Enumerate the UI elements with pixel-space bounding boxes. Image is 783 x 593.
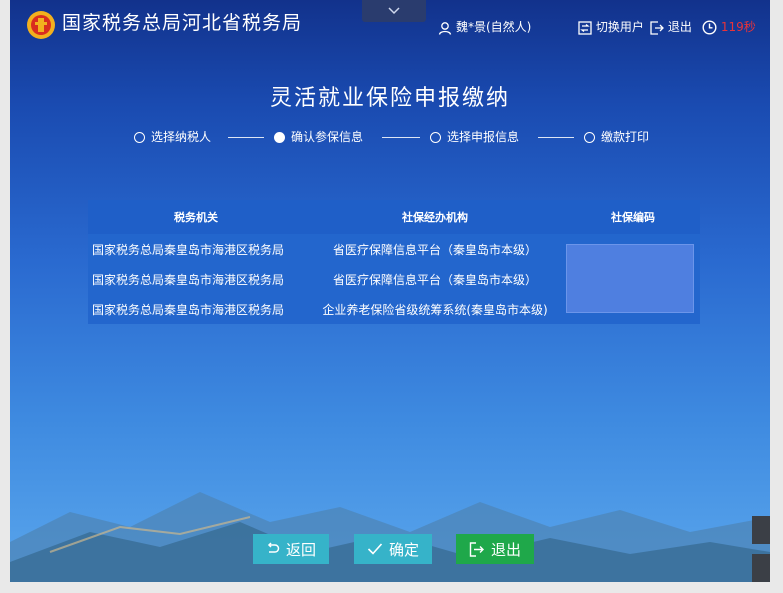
switch-icon — [578, 20, 592, 35]
logout-label: 退出 — [667, 20, 692, 34]
step-connector — [228, 137, 264, 138]
collapse-tab[interactable] — [362, 0, 426, 22]
org-title: 国家税务总局河北省税务局 — [62, 12, 303, 34]
cell-tax-authority: 国家税务总局秦皇岛市海港区税务局 — [92, 242, 285, 257]
cell-agency: 省医疗保障信息平台（秦皇岛市本级） — [332, 242, 537, 257]
table-header: 税务机关 社保经办机构 社保编码 — [88, 200, 700, 234]
logout-icon — [650, 20, 664, 35]
great-wall-background — [10, 492, 770, 582]
step-payment-print: 缴款打印 — [584, 128, 649, 145]
exit-label: 退出 — [490, 540, 521, 559]
redaction-mask — [566, 244, 694, 313]
cell-agency: 省医疗保障信息平台（秦皇岛市本级） — [332, 272, 537, 287]
top-bar: 国家税务总局河北省税务局 魏*景(自然人) 切换用户 退出 119秒 — [10, 0, 770, 44]
step-select-declaration: 选择申报信息 — [430, 128, 519, 145]
side-tool-button[interactable] — [752, 516, 770, 544]
session-timer: 119秒 — [702, 18, 756, 35]
user-icon — [438, 21, 452, 35]
switch-user-label: 切换用户 — [595, 20, 644, 34]
step-check-icon — [274, 132, 285, 143]
step-label: 选择纳税人 — [151, 130, 212, 144]
header-social-security-code: 社保编码 — [611, 211, 655, 224]
exit-button[interactable]: 退出 — [456, 534, 534, 564]
timer-value: 119秒 — [720, 20, 756, 34]
clock-icon — [702, 20, 717, 35]
step-circle-icon — [134, 132, 145, 143]
confirm-label: 确定 — [388, 540, 419, 559]
confirm-button[interactable]: 确定 — [354, 534, 432, 564]
step-label: 确认参保信息 — [291, 130, 364, 144]
back-label: 返回 — [285, 540, 316, 559]
step-circle-icon — [584, 132, 595, 143]
back-button[interactable]: 返回 — [253, 534, 329, 564]
side-tool-button[interactable] — [752, 554, 770, 582]
step-select-taxpayer: 选择纳税人 — [134, 128, 211, 145]
app-frame: 国家税务总局河北省税务局 魏*景(自然人) 切换用户 退出 119秒 灵活就业保… — [10, 0, 770, 582]
header-tax-authority: 税务机关 — [174, 211, 218, 224]
step-label: 缴款打印 — [601, 130, 650, 144]
exit-icon — [469, 541, 484, 557]
insurance-info-table: 税务机关 社保经办机构 社保编码 国家税务总局秦皇岛市海港区税务局 省医疗保障信… — [88, 200, 700, 324]
step-confirm-insurance: 确认参保信息 — [274, 128, 363, 145]
step-connector — [382, 137, 420, 138]
cell-tax-authority: 国家税务总局秦皇岛市海港区税务局 — [92, 272, 285, 287]
switch-user-button[interactable]: 切换用户 — [578, 18, 644, 35]
header-social-security-agency: 社保经办机构 — [402, 211, 468, 224]
step-connector — [538, 137, 574, 138]
emblem-icon — [27, 11, 55, 39]
step-circle-icon — [430, 132, 441, 143]
logout-button[interactable]: 退出 — [650, 18, 692, 35]
chevron-down-icon — [388, 6, 400, 14]
cell-agency: 企业养老保险省级统筹系统(秦皇岛市本级) — [322, 302, 548, 317]
user-name: 魏*景(自然人) — [456, 20, 532, 34]
progress-steps: 选择纳税人 确认参保信息 选择申报信息 缴款打印 — [130, 128, 690, 148]
current-user: 魏*景(自然人) — [438, 18, 531, 35]
page-title: 灵活就业保险申报缴纳 — [269, 86, 510, 111]
check-icon — [367, 543, 383, 555]
step-label: 选择申报信息 — [447, 130, 520, 144]
undo-icon — [267, 542, 280, 553]
cell-tax-authority: 国家税务总局秦皇岛市海港区税务局 — [92, 302, 285, 317]
